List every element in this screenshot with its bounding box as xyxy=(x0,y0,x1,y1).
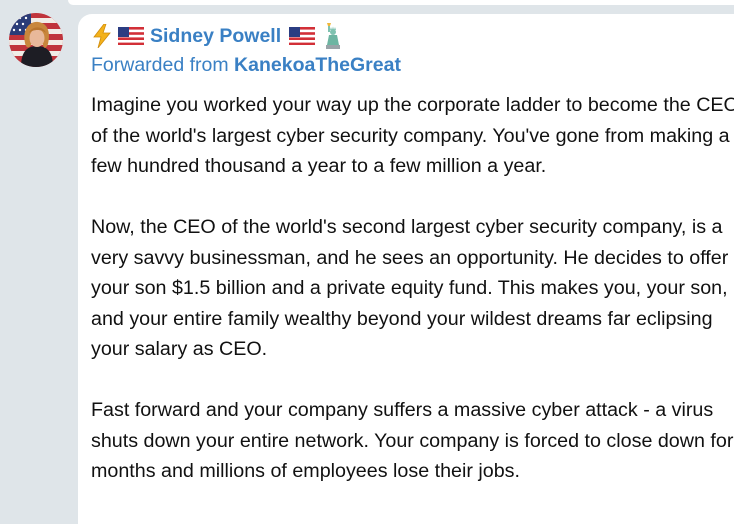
forwarded-header[interactable]: Forwarded from KanekoaTheGreat xyxy=(91,54,401,77)
message-paragraph: Now, the CEO of the world's second large… xyxy=(91,216,729,360)
statue-of-liberty-icon xyxy=(323,23,343,49)
sender-line[interactable]: Sidney Powell xyxy=(92,22,343,50)
avatar-image xyxy=(9,13,63,67)
us-flag-icon xyxy=(289,27,316,45)
forwarded-source[interactable]: KanekoaTheGreat xyxy=(234,54,401,76)
forwarded-prefix: Forwarded from xyxy=(91,54,235,76)
message-bubble: Sidney Powell Forwarded from KanekoaTheG… xyxy=(78,14,734,524)
lightning-icon xyxy=(92,24,112,48)
previous-message-bubble xyxy=(68,0,734,5)
sender-name[interactable]: Sidney Powell xyxy=(150,25,281,48)
message-paragraph: Imagine you worked your way up the corpo… xyxy=(91,94,734,177)
us-flag-icon xyxy=(118,27,144,45)
message-feed: Sidney Powell Forwarded from KanekoaTheG… xyxy=(0,0,734,524)
message-paragraph: Fast forward and your company suffers a … xyxy=(91,399,734,482)
message-text: Imagine you worked your way up the corpo… xyxy=(91,90,734,487)
avatar[interactable] xyxy=(9,13,63,67)
